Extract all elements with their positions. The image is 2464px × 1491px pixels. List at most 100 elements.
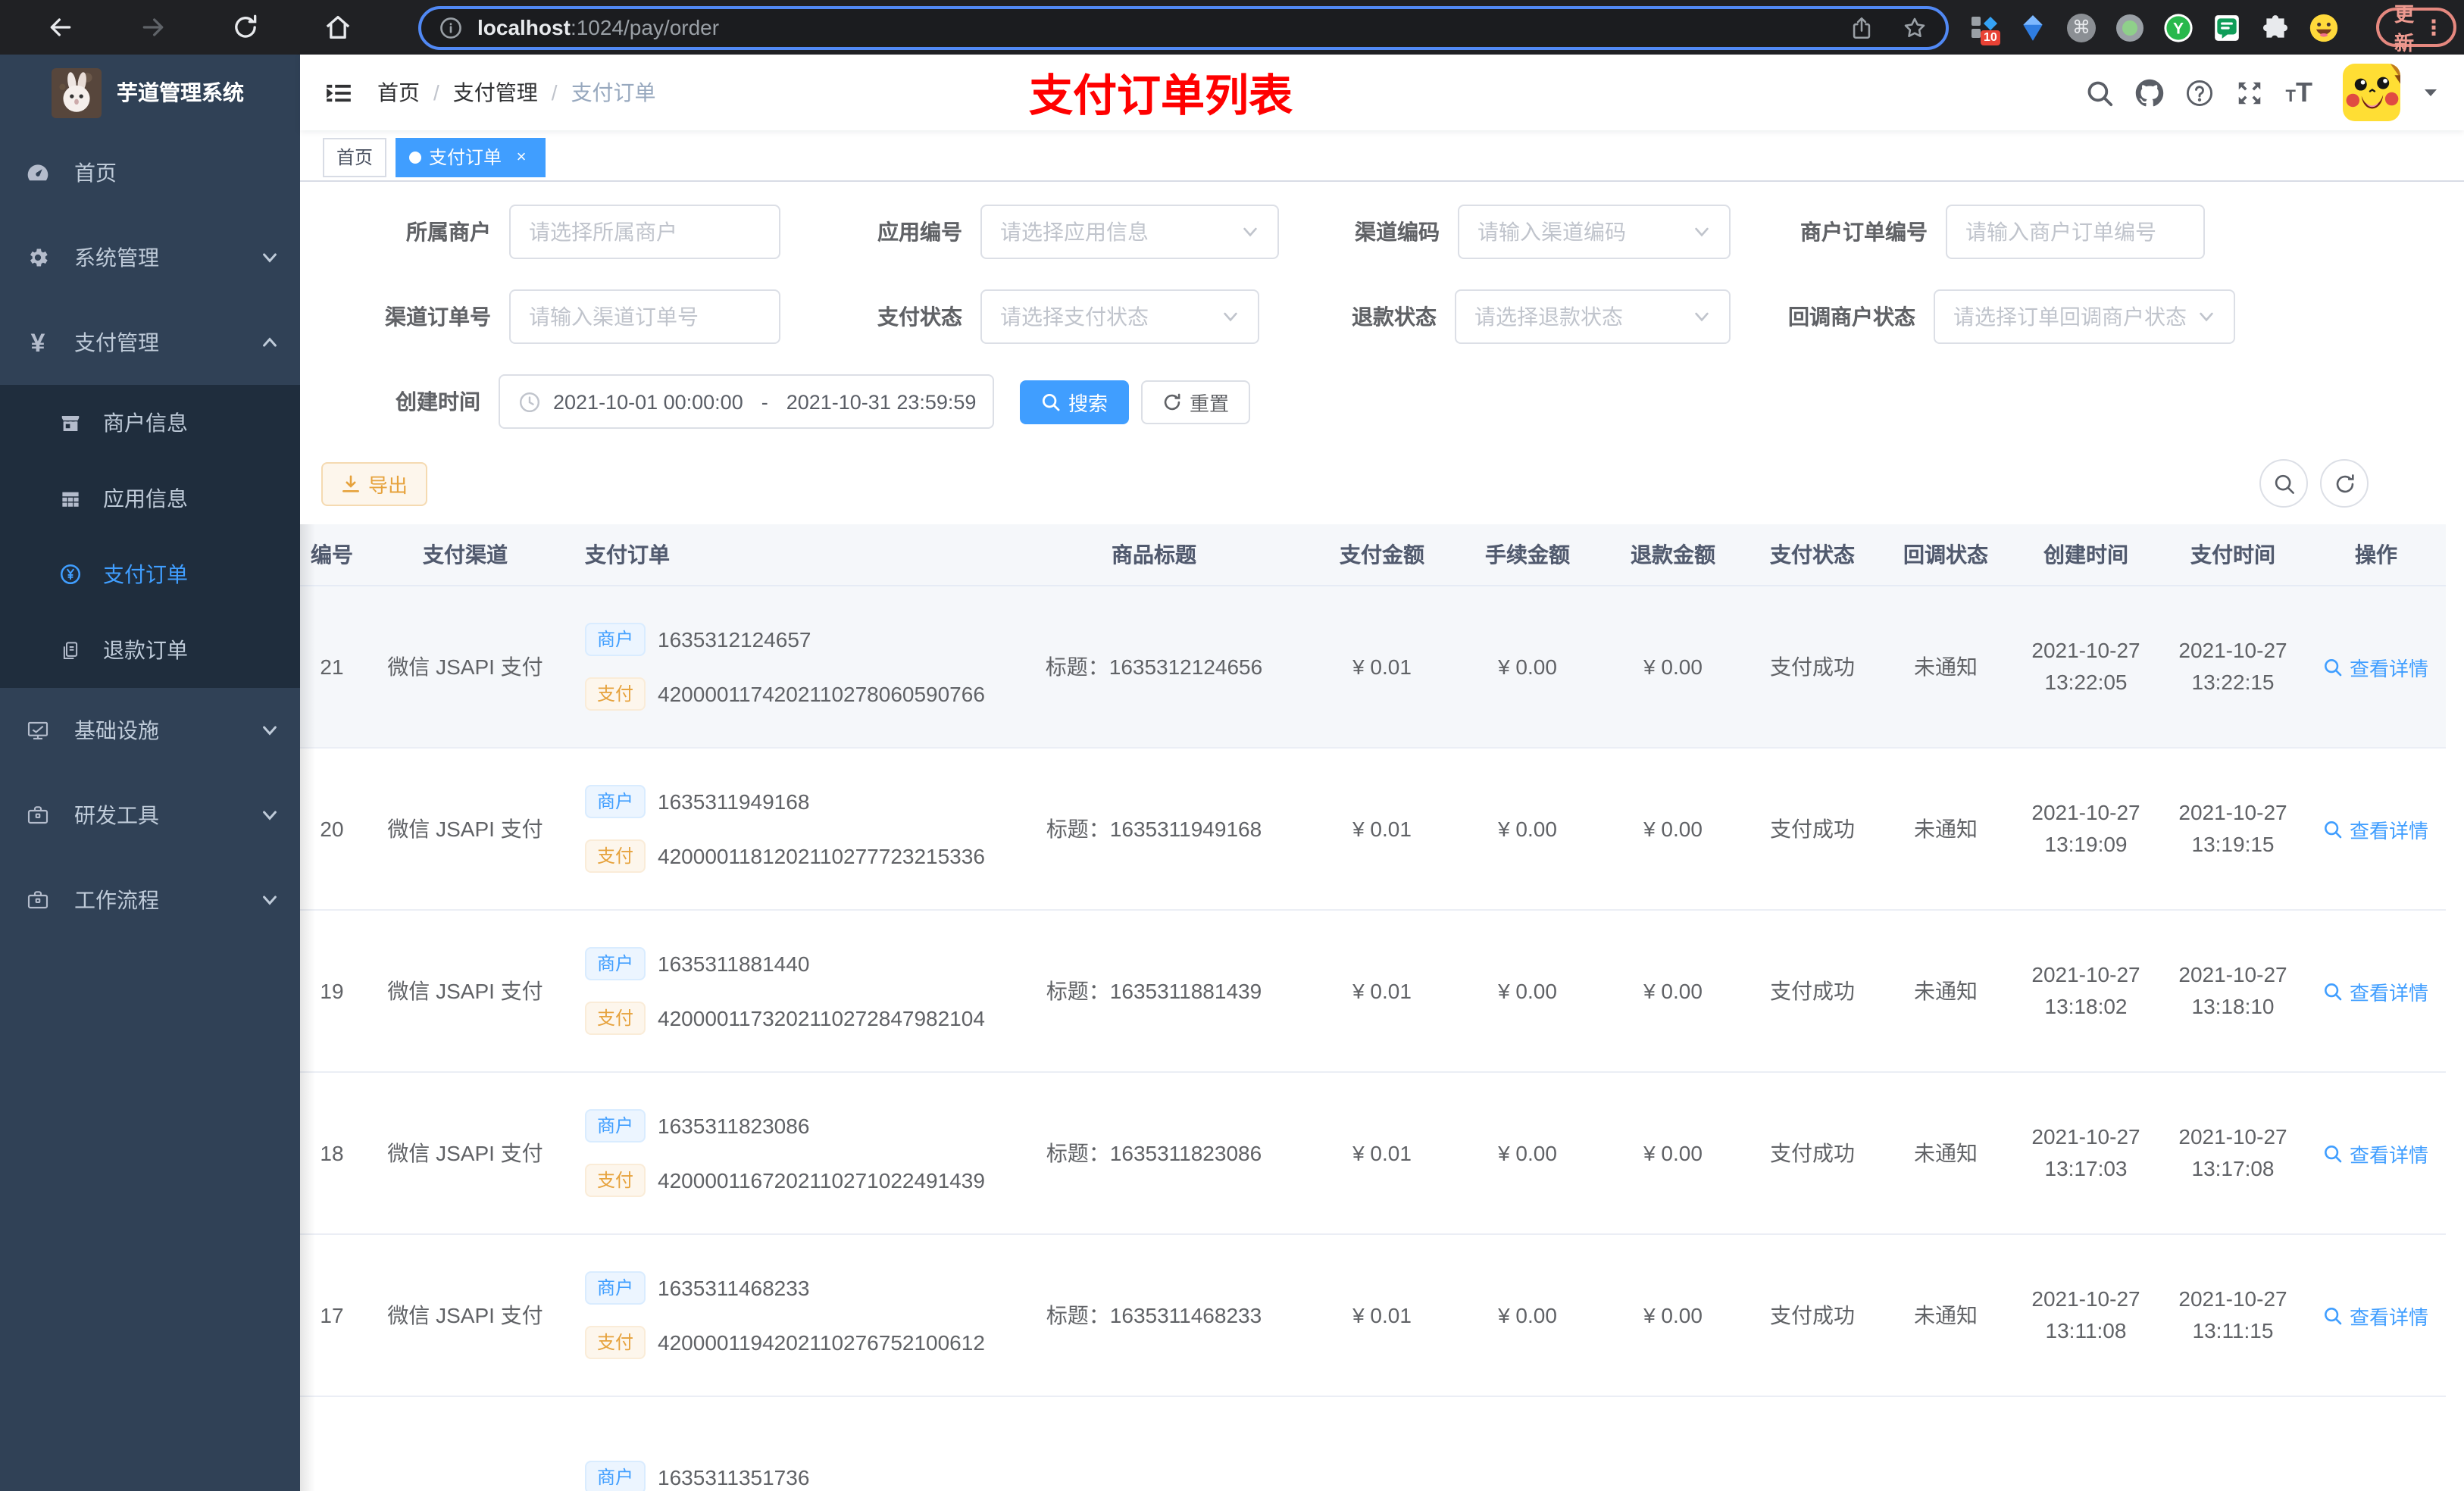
- cell-notify_status: 未通知: [1914, 655, 1978, 679]
- filter-form: 所属商户 请选择所属商户 应用编号 请选择应用信息 渠道编码 请输入渠道编码 商户订单编号请…: [300, 205, 2464, 344]
- help-icon[interactable]: [2186, 78, 2215, 107]
- magnifier-icon: [2324, 819, 2344, 839]
- url-path: :1024/pay/order: [570, 15, 720, 39]
- view-detail-link[interactable]: 查看详情: [2324, 814, 2428, 843]
- cell-channel: 微信 JSAPI 支付: [387, 1141, 543, 1165]
- home-icon[interactable]: [323, 12, 353, 42]
- submenu-payment: 商户信息 应用信息 支付订单 退款订单: [0, 385, 300, 688]
- cell-pay_status: 支付成功: [1770, 655, 1855, 679]
- sidebar-item-refund-order[interactable]: 退款订单: [0, 612, 300, 688]
- logo-row[interactable]: 芋道管理系统: [0, 55, 300, 130]
- cell-amount: ¥ 0.01: [1352, 1141, 1412, 1165]
- fullscreen-icon[interactable]: [2236, 78, 2265, 107]
- chevron-down-icon: [261, 721, 279, 739]
- refresh-button[interactable]: [2320, 459, 2369, 508]
- avatar-caret-icon[interactable]: [2422, 83, 2440, 102]
- sidebar-item-payment[interactable]: ¥ 支付管理: [0, 300, 300, 385]
- user-avatar[interactable]: [2343, 64, 2400, 121]
- back-icon[interactable]: [45, 12, 76, 42]
- show-search-button[interactable]: [2259, 459, 2308, 508]
- notify-status-select[interactable]: 请选择订单回调商户状态: [1934, 289, 2235, 344]
- reload-icon[interactable]: [230, 12, 261, 42]
- sidebar-item-dev-tools[interactable]: 研发工具: [0, 773, 300, 858]
- cell-action: 查看详情: [2306, 1139, 2446, 1167]
- placeholder: 请输入渠道订单号: [529, 305, 699, 329]
- table-toolbar: 导出: [300, 459, 2464, 509]
- sidebar-item-app-info[interactable]: 应用信息: [0, 461, 300, 536]
- merchant-order-no-input[interactable]: 请输入商户订单编号: [1946, 205, 2205, 259]
- site-info-icon[interactable]: [439, 16, 462, 39]
- export-button[interactable]: 导出: [321, 462, 428, 506]
- svg-text:Y: Y: [2173, 20, 2184, 37]
- briefcase-icon: [26, 888, 50, 912]
- extension-chat-icon[interactable]: [2212, 13, 2241, 42]
- reset-button[interactable]: 重置: [1141, 380, 1251, 424]
- merchant-order-no: 1635311949168: [658, 789, 810, 814]
- extension-collection-icon[interactable]: 10: [1970, 13, 2000, 45]
- font-size-icon[interactable]: TT: [2286, 77, 2312, 108]
- sidebar-item-pay-order[interactable]: 支付订单: [0, 536, 300, 612]
- view-detail-link[interactable]: 查看详情: [2324, 1301, 2428, 1330]
- bookmark-star-icon[interactable]: [1902, 14, 1928, 40]
- merchant-order-no-label: 商户订单编号: [1800, 220, 1928, 244]
- sidebar-item-merchant-info[interactable]: 商户信息: [0, 385, 300, 461]
- channel-code-label: 渠道编码: [1355, 220, 1440, 244]
- search-icon[interactable]: [2086, 78, 2115, 107]
- chevron-down-icon: [2197, 308, 2215, 326]
- view-detail-label: 查看详情: [2349, 1305, 2428, 1328]
- view-detail-link[interactable]: 查看详情: [2324, 652, 2428, 681]
- channel-code-select[interactable]: 请输入渠道编码: [1458, 205, 1731, 259]
- extension-puzzle-icon[interactable]: [2261, 13, 2290, 42]
- extensions-area: 10 ⌘ Y 更新 ⋮: [1970, 3, 2457, 55]
- github-icon[interactable]: [2136, 78, 2165, 107]
- sidebar-toggle-icon[interactable]: [324, 78, 353, 107]
- extension-emoji-icon[interactable]: [2309, 13, 2338, 42]
- cell-action: 查看详情: [2306, 652, 2446, 681]
- sidebar-item-infrastructure[interactable]: 基础设施: [0, 688, 300, 773]
- tag-0[interactable]: 首页: [323, 137, 387, 177]
- merchant-input[interactable]: 请选择所属商户: [509, 205, 780, 259]
- browser-update-button[interactable]: 更新 ⋮: [2376, 3, 2457, 55]
- channel-order-no-input[interactable]: 请输入渠道订单号: [509, 289, 780, 344]
- refund-status-select[interactable]: 请选择退款状态: [1455, 289, 1731, 344]
- view-detail-link[interactable]: 查看详情: [2324, 1139, 2428, 1167]
- cell-notify_status: 未通知: [1914, 1141, 1978, 1165]
- cell-refund: ¥ 0.00: [1643, 655, 1703, 679]
- share-icon[interactable]: [1849, 14, 1875, 40]
- tag-active-1[interactable]: 支付订单 ×: [396, 137, 546, 177]
- navbar: 首页 / 支付管理 / 支付订单 支付订单列表 TT: [300, 55, 2464, 130]
- cell-channel: 微信 JSAPI 支付: [387, 979, 543, 1003]
- cell-order: 商户 1635311468233 支付 42000011942021102767521…: [567, 1271, 999, 1359]
- search-button[interactable]: 搜索: [1020, 380, 1130, 424]
- sidebar-item-home[interactable]: 首页: [0, 130, 300, 215]
- forward-icon[interactable]: [138, 12, 168, 42]
- view-detail-label: 查看详情: [2349, 819, 2428, 842]
- order-table: 编号 支付渠道 支付订单 商品标题 支付金额 手续金额 退款金额 支付状态 回调状态 创建时间 支付…: [300, 524, 2446, 1491]
- extension-command-icon[interactable]: ⌘: [2067, 13, 2096, 42]
- breadcrumb-current: 支付订单: [571, 80, 656, 105]
- cell-pay_status: 支付成功: [1770, 979, 1855, 1003]
- extension-dot-icon[interactable]: [2115, 13, 2144, 42]
- breadcrumb-home[interactable]: 首页: [377, 77, 420, 108]
- placeholder: 请选择订单回调商户状态: [1953, 305, 2187, 329]
- cell-title: 标题：1635311881439: [1046, 979, 1262, 1003]
- pay-status-select[interactable]: 请选择支付状态: [980, 289, 1259, 344]
- cell-notify_status: 未通知: [1914, 1303, 1978, 1327]
- url-bar[interactable]: localhost:1024/pay/order: [418, 5, 1949, 49]
- magnifier-icon: [2324, 1143, 2344, 1163]
- sidebar-item-workflow[interactable]: 工作流程: [0, 858, 300, 942]
- tag-close-icon[interactable]: ×: [511, 146, 532, 167]
- filter-row-2: 渠道订单号 请输入渠道订单号 支付状态 请选择支付状态 退款状态 请选择退款状态 回调商户状…: [300, 289, 2464, 344]
- sidebar-item-system[interactable]: 系统管理: [0, 215, 300, 300]
- browser-menu-icon[interactable]: ⋮: [2423, 17, 2444, 38]
- extension-gem-icon[interactable]: [2018, 13, 2047, 42]
- extension-y-icon[interactable]: Y: [2164, 13, 2193, 42]
- view-detail-link[interactable]: 查看详情: [2324, 977, 2428, 1005]
- view-detail-label: 查看详情: [2349, 1143, 2428, 1166]
- column-header-fee: 手续金额: [1485, 542, 1570, 567]
- merchant-tag: 商户: [585, 1109, 646, 1142]
- cell-amount: ¥ 0.01: [1352, 817, 1412, 841]
- breadcrumb-pay-manage[interactable]: 支付管理: [453, 77, 538, 108]
- sidebar-item-label: 工作流程: [74, 888, 159, 912]
- create-time-range-picker[interactable]: 2021-10-01 00:00:00 - 2021-10-31 23:59:5…: [499, 374, 994, 429]
